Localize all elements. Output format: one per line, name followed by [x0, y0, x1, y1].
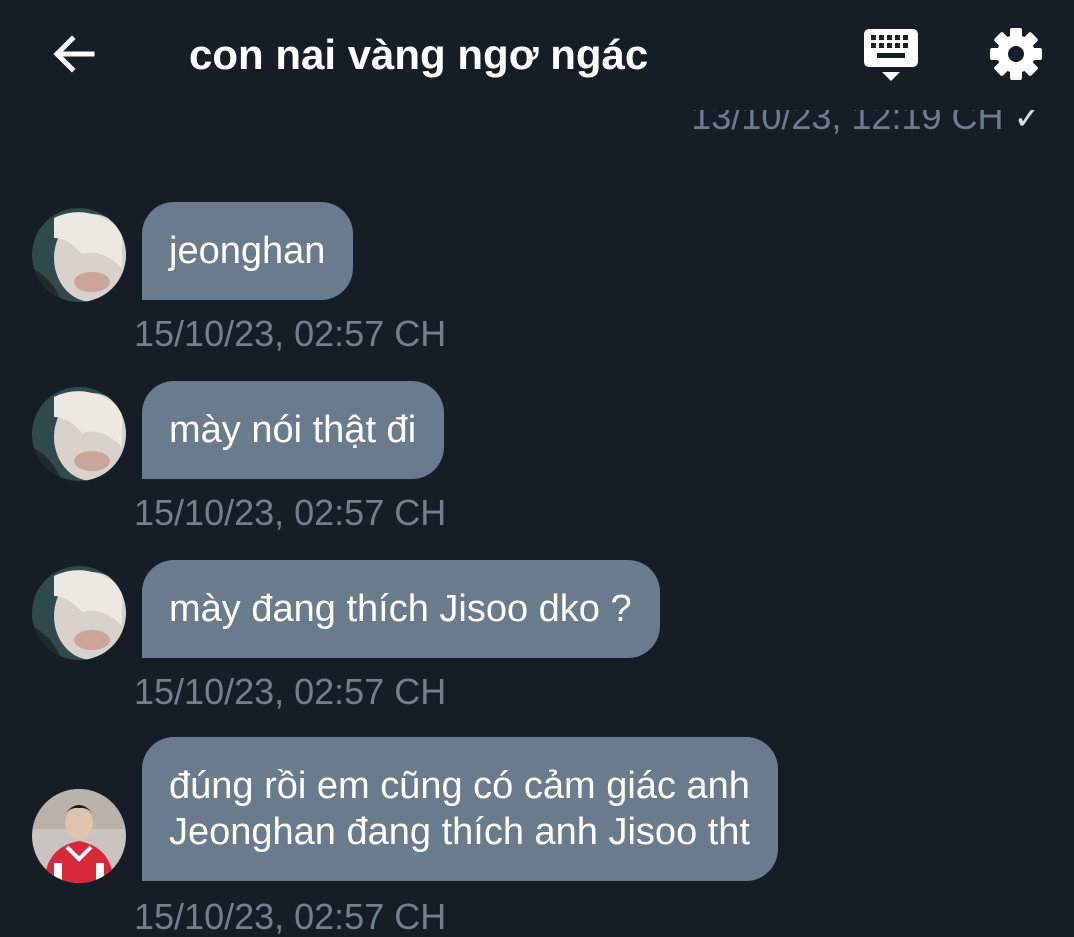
message-bubble[interactable]: mày nói thật đi	[142, 381, 445, 479]
message-line: Jeonghan đang thích anh Jisoo tht	[169, 811, 751, 853]
gear-icon	[990, 28, 1042, 80]
sender-avatar-image	[32, 387, 126, 481]
sender-avatar-image	[32, 566, 126, 660]
avatar[interactable]	[32, 387, 126, 481]
sender-avatar-image	[32, 208, 126, 302]
message-bubble[interactable]: mày đang thích Jisoo dko ?	[142, 560, 660, 658]
keyboard-button[interactable]	[860, 24, 924, 88]
top-bar: con nai vàng ngơ ngác	[0, 0, 1074, 108]
message-timestamp: 15/10/23, 02:57 CH	[134, 896, 447, 937]
chat-title: con nai vàng ngơ ngác	[189, 31, 649, 78]
back-button[interactable]	[48, 28, 100, 80]
avatar[interactable]	[32, 208, 126, 302]
settings-button[interactable]	[986, 24, 1046, 84]
message-timestamp: 15/10/23, 02:57 CH	[134, 671, 447, 712]
sender-avatar-image	[32, 789, 126, 883]
timestamp-text: 13/10/23, 12:19 CH	[691, 110, 1004, 137]
message-timestamp: 15/10/23, 02:57 CH	[134, 492, 447, 533]
keyboard-icon	[864, 29, 918, 81]
arrow-left-icon	[53, 35, 95, 73]
message-line: đúng rồi em cũng có cảm giác anh	[169, 765, 750, 807]
avatar[interactable]	[32, 566, 126, 660]
message-bubble[interactable]: đúng rồi em cũng có cảm giác anh Jeongha…	[142, 737, 779, 881]
check-icon: ✓	[1013, 110, 1043, 137]
message-timestamp: 15/10/23, 02:57 CH	[134, 313, 447, 354]
previous-message-timestamp: 13/10/23, 12:19 CH ✓	[691, 110, 1042, 154]
message-bubble[interactable]: jeonghan	[142, 202, 354, 300]
avatar[interactable]	[32, 789, 126, 883]
